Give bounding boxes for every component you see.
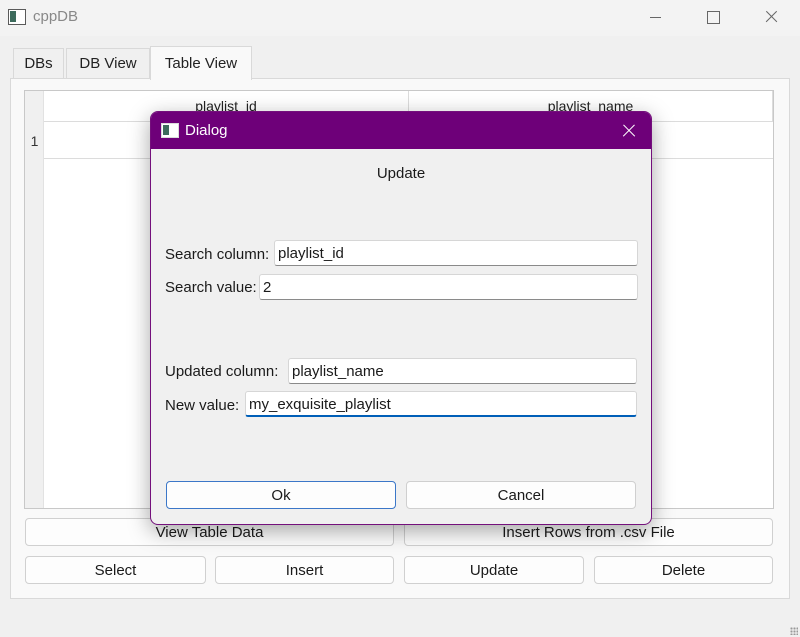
row-header[interactable]: 1 [25,123,44,159]
resize-grip-icon[interactable] [790,627,798,635]
updated-column-label: Updated column: [165,363,279,380]
dialog-close-icon[interactable] [607,112,651,149]
search-value-label: Search value: [165,279,257,296]
new-value-label: New value: [165,397,240,414]
cancel-button[interactable]: Cancel [406,481,636,509]
dialog-window-icon [161,123,179,138]
updated-column-field[interactable]: playlist_name [288,358,637,384]
search-column-label: Search column: [165,246,270,263]
dialog-title-bar: Dialog [151,112,651,149]
delete-button[interactable]: Delete [594,556,773,584]
dialog-heading: Update [376,165,426,182]
tab-db-view[interactable]: DB View [66,48,150,78]
tab-table-view[interactable]: Table View [150,46,252,80]
tab-dbs[interactable]: DBs [13,48,64,78]
dialog-title: Dialog [185,122,228,139]
select-button[interactable]: Select [25,556,206,584]
search-value-field[interactable]: 2 [259,274,638,300]
maximize-icon[interactable] [684,0,742,34]
close-icon[interactable] [742,0,800,34]
new-value-field[interactable]: my_exquisite_playlist [245,391,637,417]
update-button[interactable]: Update [404,556,584,584]
minimize-icon[interactable] [626,0,684,34]
update-dialog: Dialog Update Search column: playlist_id… [150,111,652,525]
insert-button[interactable]: Insert [215,556,394,584]
window-title: cppDB [33,8,79,25]
status-bar [0,610,800,637]
ok-button[interactable]: Ok [166,481,396,509]
title-bar: cppDB [0,0,800,36]
app-window-icon [8,9,26,25]
search-column-field[interactable]: playlist_id [274,240,638,266]
